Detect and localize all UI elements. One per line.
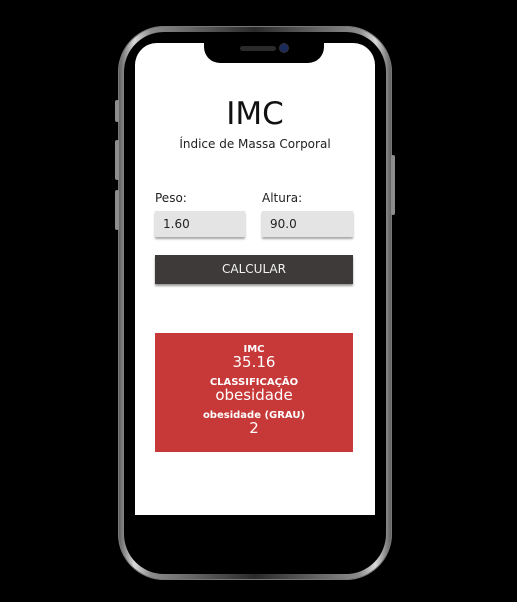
peso-input[interactable]: 1.60 — [155, 211, 245, 237]
result-panel: IMC 35.16 CLASSIFICAÇÃO obesidade obesid… — [155, 333, 353, 452]
grade-value: 2 — [249, 419, 259, 437]
altura-input[interactable]: 90.0 — [262, 211, 353, 237]
peso-label: Peso: — [155, 191, 187, 205]
phone-notch — [204, 41, 324, 63]
calculate-button[interactable]: CALCULAR — [155, 255, 353, 284]
volume-up-button — [115, 140, 119, 180]
speaker-icon — [240, 46, 276, 51]
mute-switch — [115, 100, 119, 122]
phone-bottom-bezel — [135, 515, 375, 545]
power-button — [391, 155, 395, 215]
page-title: IMC — [226, 96, 284, 132]
volume-down-button — [115, 190, 119, 230]
imc-value: 35.16 — [232, 353, 276, 371]
classification-value: obesidade — [215, 386, 293, 404]
page-subtitle: Índice de Massa Corporal — [179, 137, 331, 151]
altura-label: Altura: — [262, 191, 303, 205]
app-screen: IMC Índice de Massa Corporal Peso: 1.60 … — [135, 43, 375, 515]
camera-icon — [280, 44, 288, 52]
